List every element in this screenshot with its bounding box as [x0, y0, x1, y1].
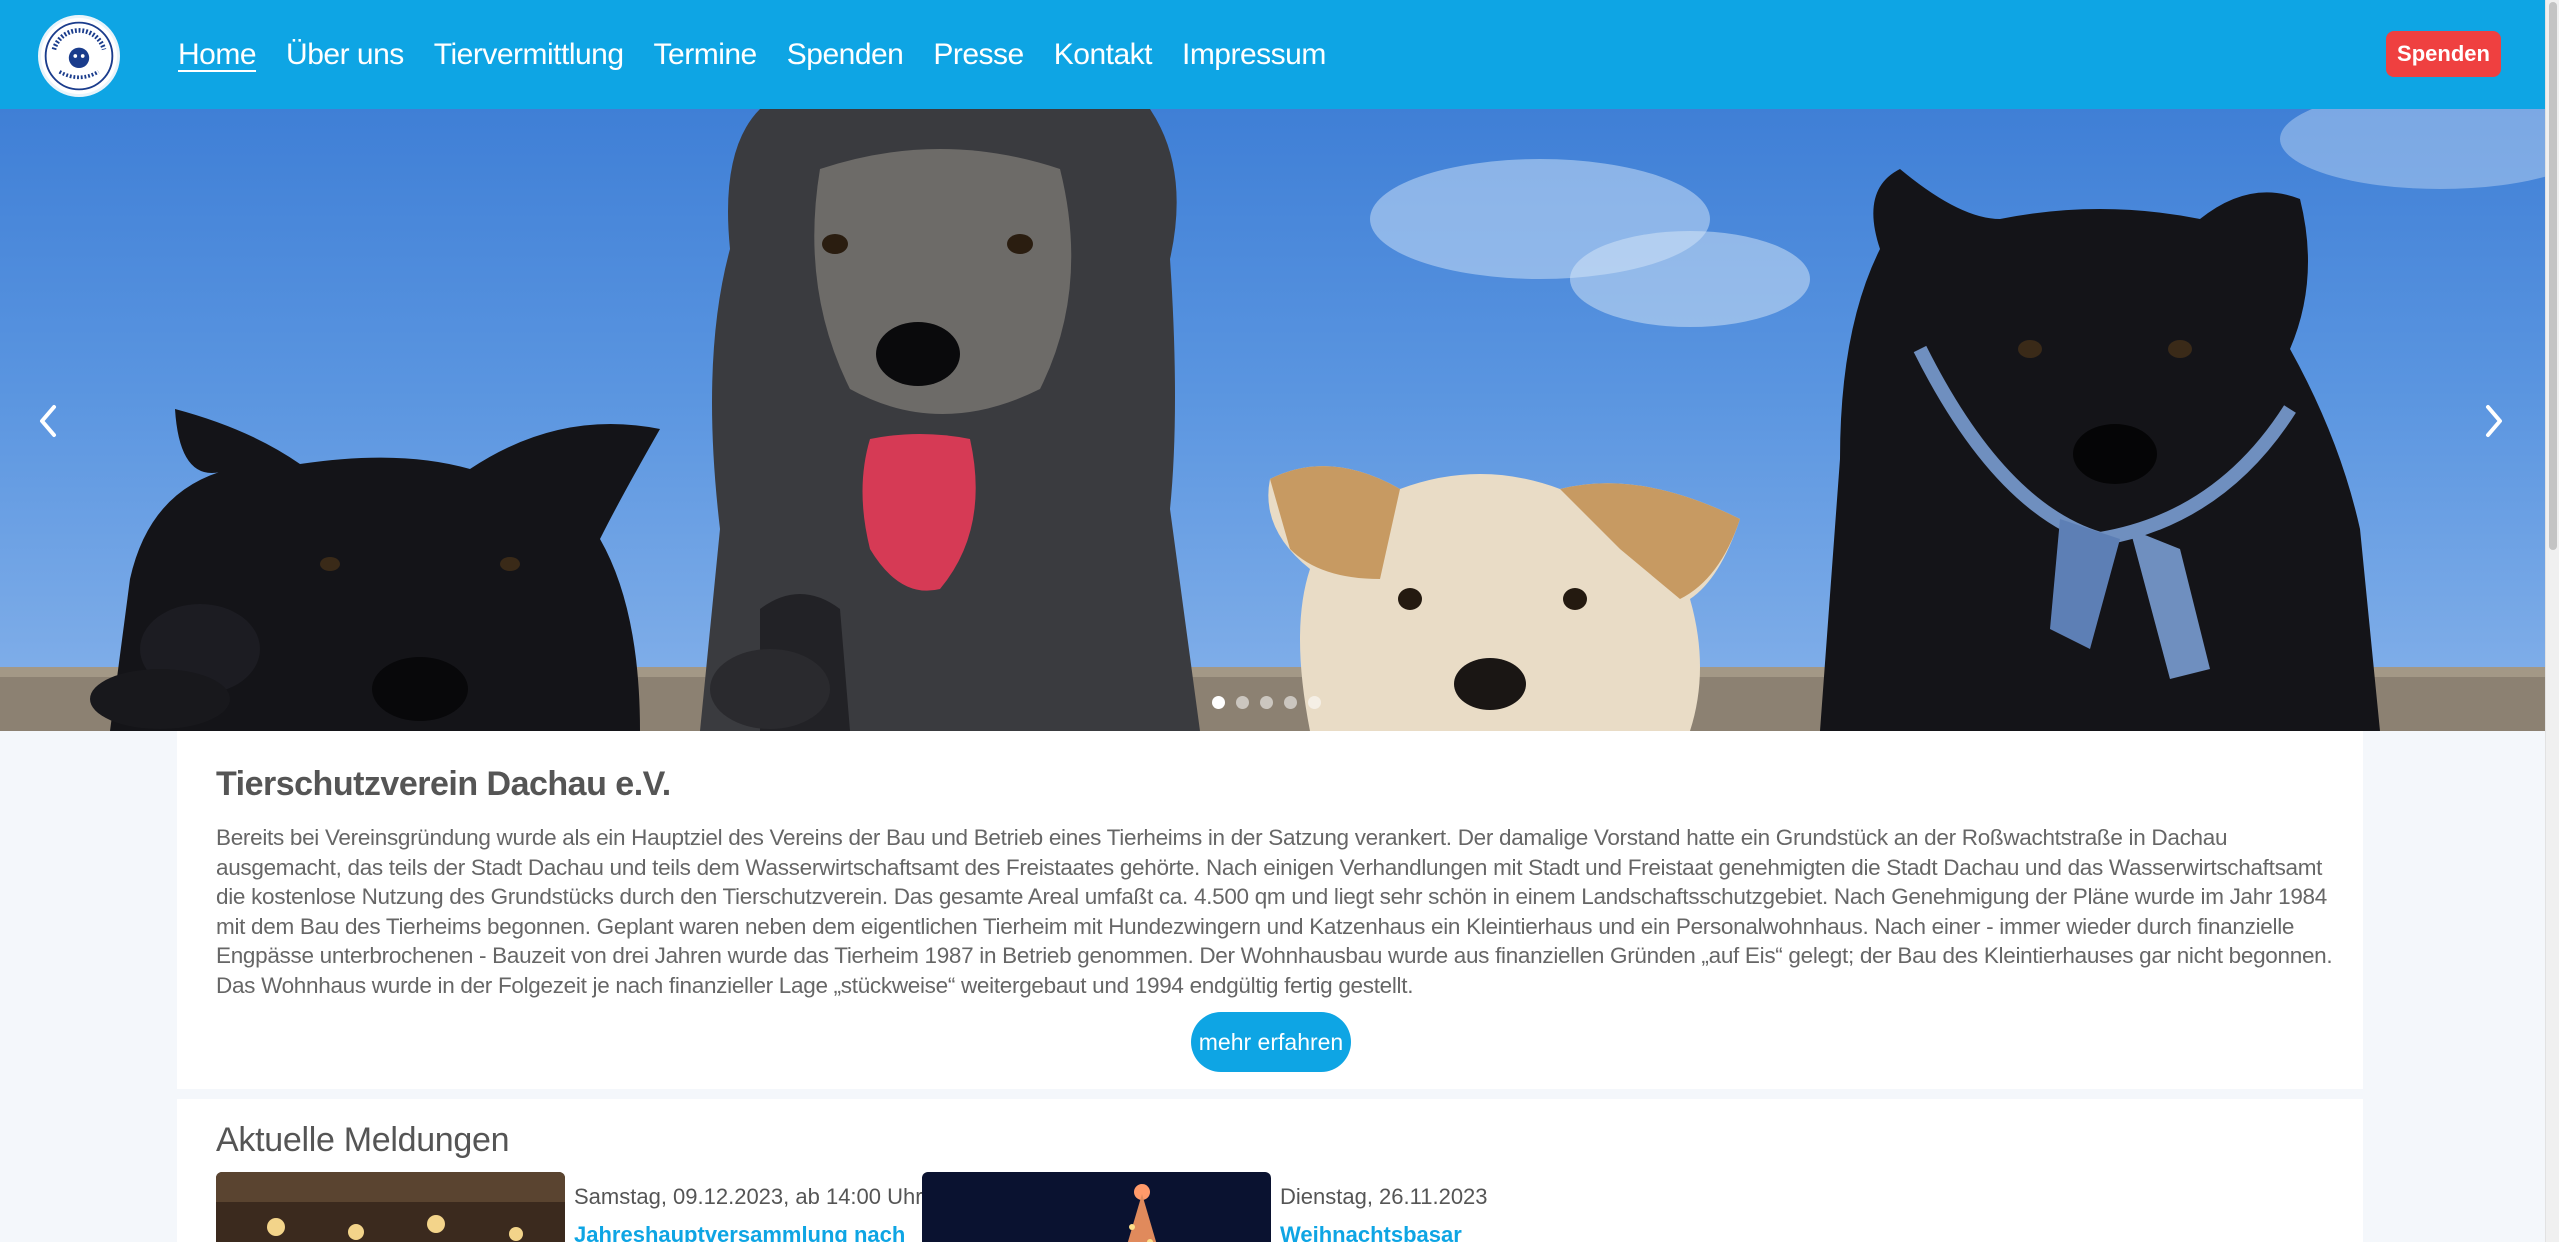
logo-icon	[44, 21, 114, 91]
carousel-dot-4[interactable]	[1284, 696, 1297, 709]
news-image-meeting	[216, 1172, 565, 1242]
carousel-next-button[interactable]	[2474, 399, 2514, 443]
news-card: Aktuelle Meldungen Samstag, 09.12.2023, …	[177, 1099, 2363, 1242]
carousel-dot-1[interactable]	[1212, 696, 1225, 709]
nav-impressum[interactable]: Impressum	[1182, 38, 1326, 72]
carousel-indicators	[1212, 696, 1332, 709]
donate-button[interactable]: Spenden	[2386, 31, 2501, 77]
nav-home[interactable]: Home	[178, 38, 257, 72]
news-date: Samstag, 09.12.2023, ab 14:00 Uhr	[574, 1184, 923, 1209]
page-scrollbar[interactable]	[2545, 0, 2559, 1242]
chevron-left-icon	[40, 405, 56, 437]
news-image-christmas	[922, 1172, 1271, 1242]
hero-carousel	[0, 109, 2545, 731]
news-date: Dienstag, 26.11.2023	[1280, 1184, 1488, 1209]
news-title-link[interactable]: Jahreshauptversammlung nach	[574, 1222, 905, 1242]
carousel-prev-button[interactable]	[28, 399, 68, 443]
news-title-link[interactable]: Weihnachtsbasar	[1280, 1222, 1462, 1242]
chevron-right-icon	[2486, 405, 2502, 437]
nav-ueber-uns[interactable]: Über uns	[286, 38, 404, 72]
about-card: Tierschutzverein Dachau e.V. Bereits bei…	[177, 731, 2363, 1089]
carousel-dot-2[interactable]	[1236, 696, 1249, 709]
dogs-slide-image	[0, 109, 2545, 731]
news-thumbnail[interactable]	[216, 1172, 565, 1242]
nav-presse[interactable]: Presse	[933, 38, 1024, 72]
about-title: Tierschutzverein Dachau e.V.	[216, 765, 671, 803]
top-navbar: Home Über uns Tiervermittlung Termine Sp…	[0, 0, 2545, 109]
nav-kontakt[interactable]: Kontakt	[1054, 38, 1153, 72]
scrollbar-thumb[interactable]	[2549, 2, 2557, 550]
news-thumbnail[interactable]	[922, 1172, 1271, 1242]
carousel-dot-3[interactable]	[1260, 696, 1273, 709]
nav-spenden[interactable]: Spenden	[787, 38, 904, 72]
nav-termine[interactable]: Termine	[654, 38, 758, 72]
news-heading: Aktuelle Meldungen	[216, 1121, 510, 1159]
carousel-dot-5[interactable]	[1308, 696, 1321, 709]
club-logo[interactable]	[38, 15, 120, 97]
nav-tiervermittlung[interactable]: Tiervermittlung	[434, 38, 624, 72]
main-navigation: Home Über uns Tiervermittlung Termine Sp…	[178, 0, 1356, 109]
about-text: Bereits bei Vereinsgründung wurde als ei…	[216, 825, 2333, 998]
mehr-erfahren-button[interactable]: mehr erfahren	[1191, 1012, 1351, 1072]
